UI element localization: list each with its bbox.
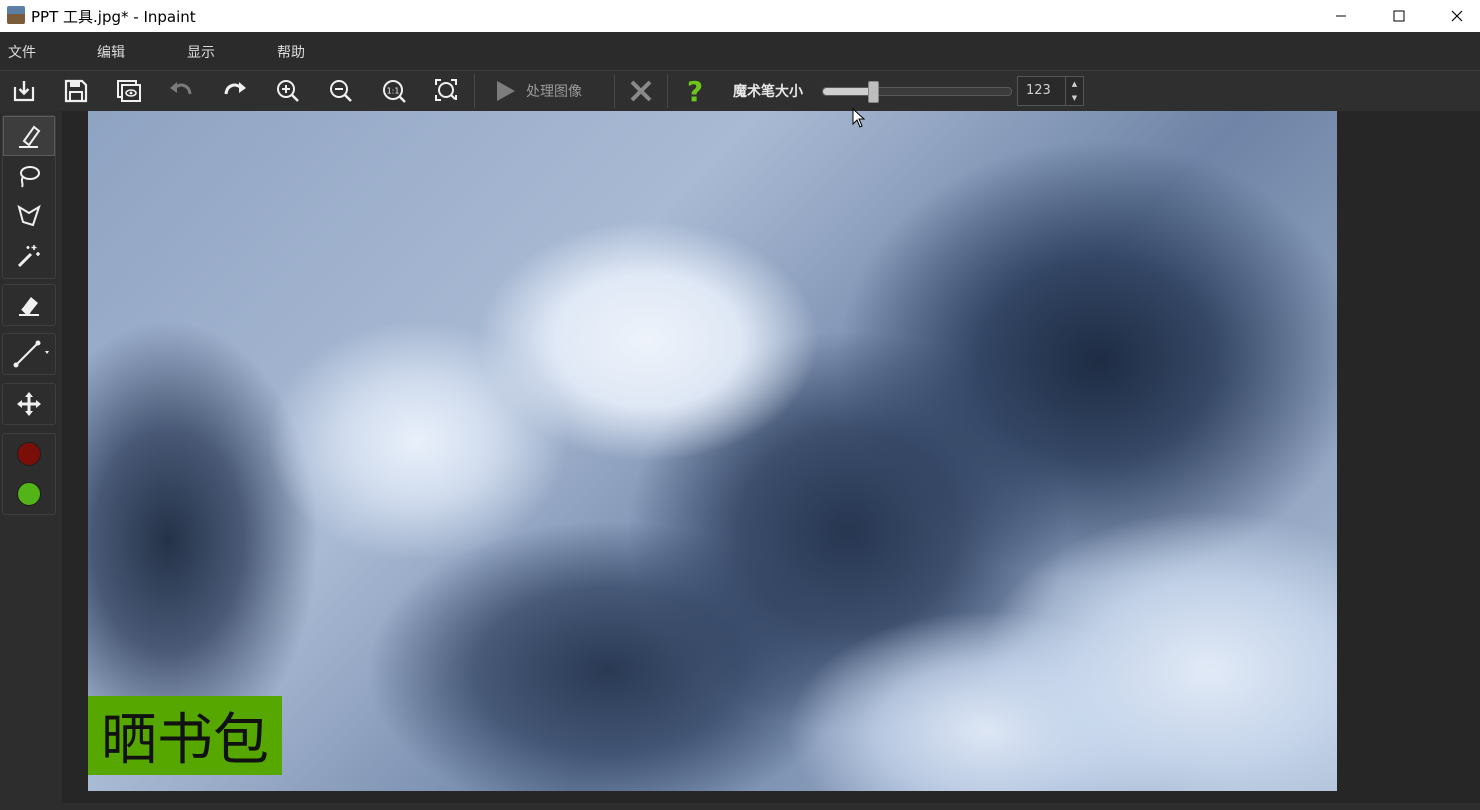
color-group [2,433,56,515]
move-tool[interactable] [3,384,55,424]
brush-size-label: 魔术笔大小 [733,84,803,100]
maximize-button[interactable] [1376,0,1422,32]
zoom-in-button[interactable] [271,75,305,107]
marker-icon [19,125,41,148]
fit-icon [435,79,457,101]
undo-icon [170,82,192,95]
line-tool[interactable] [3,334,55,374]
lasso-tool[interactable] [3,156,55,196]
mouse-cursor-icon [852,108,866,128]
preview-icon [117,80,141,102]
slider-handle[interactable] [867,81,879,103]
tool-panel [0,111,62,810]
cancel-icon [630,80,652,102]
spin-up-button[interactable]: ▲ [1066,77,1083,91]
menu-bar: 文件 编辑 显示 帮助 [0,32,1480,71]
close-button[interactable] [1434,0,1480,32]
maximize-icon [1393,10,1405,22]
zoom-out-button[interactable] [324,75,358,107]
play-icon [497,81,515,101]
help-button[interactable]: ? [678,75,712,107]
image-canvas[interactable]: 晒书包 [88,111,1337,791]
spin-down-button[interactable]: ▼ [1066,91,1083,105]
process-image-label: 处理图像 [526,84,582,100]
minimize-icon [1336,15,1346,17]
brush-size-spinbox[interactable]: 123 ▲ ▼ [1017,76,1084,106]
actual-size-icon: 1:1 [383,80,406,103]
minimize-button[interactable] [1318,0,1364,32]
magic-wand-tool[interactable] [3,236,55,276]
app-image-icon [7,6,25,24]
marker-tool[interactable] [3,116,55,156]
selection-tools [2,115,56,279]
save-icon [64,79,88,103]
preview-button[interactable] [112,75,146,107]
process-image-button[interactable]: 处理图像 [488,75,614,107]
move-icon [17,392,41,416]
eraser-tool[interactable] [3,285,55,325]
spin-arrows: ▲ ▼ [1065,77,1083,105]
magic-wand-icon [17,245,40,268]
close-icon [1451,10,1463,22]
polygon-lasso-tool[interactable] [3,196,55,236]
slider-fill [823,88,872,95]
eraser-group [2,284,56,326]
undo-button[interactable] [164,75,198,107]
redo-icon [224,82,246,95]
line-icon [13,340,49,368]
brush-size-value[interactable]: 123 [1026,83,1051,98]
zoom-out-icon [330,80,352,102]
line-group [2,333,56,375]
menu-edit[interactable]: 编辑 [97,42,125,62]
brush-size-slider[interactable] [822,81,1012,103]
actual-size-button[interactable]: 1:1 [377,75,411,107]
cancel-button[interactable] [624,75,658,107]
move-group [2,383,56,425]
zoom-in-icon [277,80,299,102]
menu-view[interactable]: 显示 [187,42,215,62]
marker-color-swatch[interactable] [3,434,55,474]
fit-button[interactable] [430,75,464,107]
polygon-lasso-icon [17,204,41,227]
save-button[interactable] [59,75,93,107]
toolbar: 1:1 处理图像 ? 魔术笔大小 123 ▲ ▼ [0,70,1480,111]
svg-text:1:1: 1:1 [387,87,400,96]
open-button[interactable] [7,75,41,107]
marker-color-dot [17,442,41,466]
svg-text:?: ? [687,76,703,106]
watermark-text: 晒书包 [88,696,282,775]
window-title: PPT 工具.jpg* - Inpaint [31,8,196,26]
eraser-icon [19,297,39,316]
lasso-icon [20,166,40,188]
help-icon: ? [687,76,703,106]
redo-button[interactable] [218,75,252,107]
canvas-area[interactable]: 晒书包 [62,111,1480,803]
open-icon [13,81,35,102]
donor-color-swatch[interactable] [3,474,55,514]
menu-file[interactable]: 文件 [8,42,36,62]
menu-help[interactable]: 帮助 [277,42,305,62]
donor-color-dot [17,482,41,506]
title-bar: PPT 工具.jpg* - Inpaint [0,0,1480,32]
